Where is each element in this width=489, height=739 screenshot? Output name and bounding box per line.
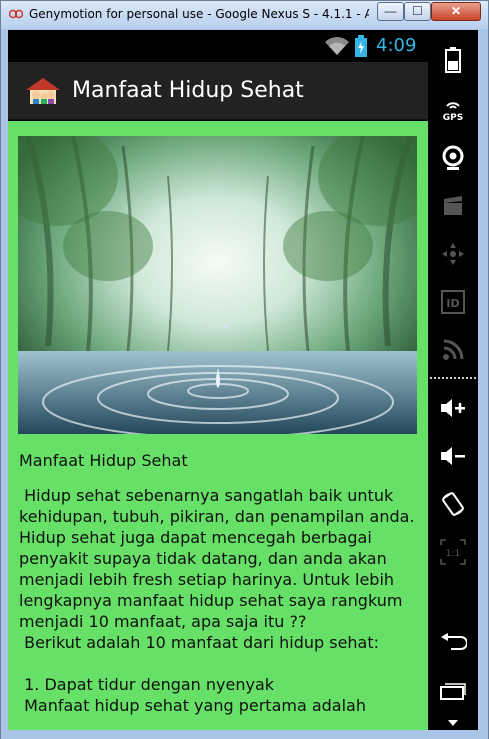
app-title: Manfaat Hidup Sehat <box>72 78 304 103</box>
recent-apps-icon[interactable] <box>433 670 473 710</box>
svg-text:1:1: 1:1 <box>446 549 460 559</box>
rotate-icon[interactable] <box>433 484 473 524</box>
close-button[interactable]: ✕ <box>431 2 481 21</box>
window-bottom-border <box>1 731 488 739</box>
forest-water-drop-image <box>18 136 417 434</box>
chevron-down-icon[interactable] <box>448 720 458 726</box>
status-bar: 4:09 <box>8 30 428 62</box>
id-icon[interactable]: ID <box>433 282 473 322</box>
window-titlebar[interactable]: Genymotion for personal use - Google Nex… <box>1 1 488 29</box>
android-screen[interactable]: 4:09 Manfaat Hidup Sehat Manfaat Hidup S… <box>8 30 428 730</box>
battery-icon[interactable] <box>433 40 473 80</box>
dpad-icon[interactable] <box>433 234 473 274</box>
genymotion-logo-icon <box>9 9 23 19</box>
window-title: Genymotion for personal use - Google Nex… <box>29 7 369 21</box>
scale-icon[interactable]: 1:1 <box>433 532 473 572</box>
app-logo-icon[interactable] <box>24 76 62 106</box>
svg-text:GPS: GPS <box>443 113 463 122</box>
rss-icon[interactable] <box>433 330 473 370</box>
article-body: Hidup sehat sebenarnya sangatlah baik un… <box>19 486 415 715</box>
genymotion-side-panel: GPS ID 1:1 <box>428 30 478 730</box>
article-heading: Manfaat Hidup Sehat <box>19 451 188 470</box>
gps-icon[interactable]: GPS <box>433 90 473 130</box>
back-icon[interactable] <box>433 622 473 662</box>
volume-down-icon[interactable] <box>433 436 473 476</box>
volume-up-icon[interactable] <box>433 388 473 428</box>
article-scroll-view[interactable]: Manfaat Hidup Sehat Hidup sehat sebenarn… <box>8 121 428 730</box>
panel-divider <box>430 377 476 379</box>
clock: 4:09 <box>376 35 417 56</box>
camera-icon[interactable] <box>433 138 473 178</box>
maximize-button[interactable]: ☐ <box>404 2 431 21</box>
battery-icon <box>355 35 367 57</box>
video-icon[interactable] <box>433 186 473 226</box>
wifi-icon <box>325 37 349 55</box>
action-bar: Manfaat Hidup Sehat <box>8 62 428 120</box>
minimize-button[interactable]: — <box>377 2 404 21</box>
svg-text:ID: ID <box>446 297 459 310</box>
